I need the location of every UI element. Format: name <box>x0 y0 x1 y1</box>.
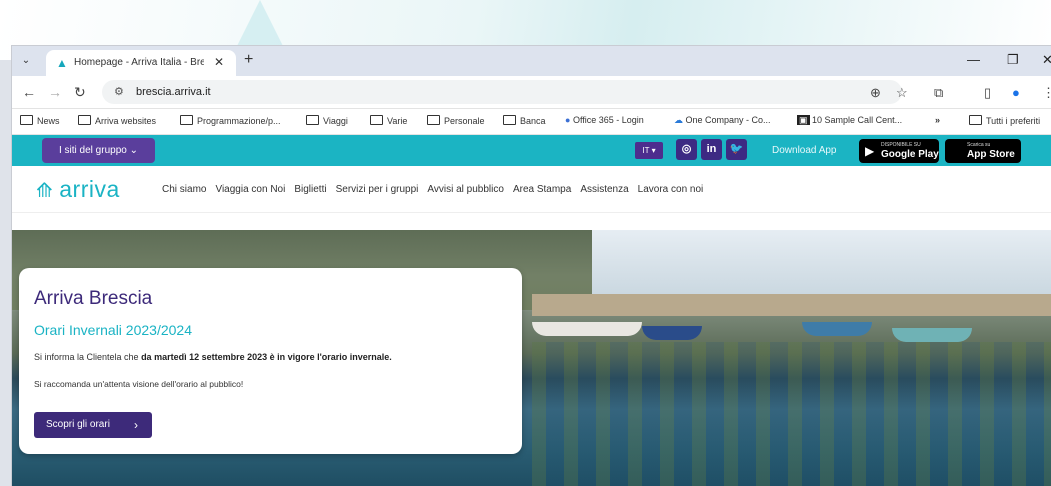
hero-photo-sky <box>592 230 1051 300</box>
tab-title: Homepage - Arriva Italia - Bres <box>74 57 204 68</box>
linkedin-icon[interactable]: in <box>701 139 722 160</box>
google-play-small: DISPONIBILE SU <box>881 142 921 148</box>
address-bar-row: ← → ↻ ⚙ brescia.arriva.it ⊕ ☆ ⧉ ▯ ● ⋮ <box>12 76 1051 109</box>
discover-schedules-button[interactable]: Scopri gli orari › <box>34 412 152 438</box>
folder-icon <box>78 115 91 125</box>
hero-card: Arriva Brescia Orari Invernali 2023/2024… <box>19 268 522 454</box>
bookmark-item[interactable]: Programmazione/p... <box>180 115 281 126</box>
menu-biglietti[interactable]: Biglietti <box>294 184 326 195</box>
app-store-label: App Store <box>967 149 1015 160</box>
site-top-bar: I siti del gruppo ⌄ IT ▾ ◎ in 🐦 Download… <box>12 135 1051 166</box>
menu-area-stampa[interactable]: Area Stampa <box>513 184 571 195</box>
chevron-right-icon: › <box>134 418 138 432</box>
hero-banner: Arriva Brescia Orari Invernali 2023/2024… <box>12 230 1051 486</box>
hero-recommendation: Si raccomanda un'attenta visione dell'or… <box>34 379 244 389</box>
google-play-label: Google Play <box>881 149 939 160</box>
back-icon[interactable]: ← <box>22 84 36 100</box>
hero-photo-boat <box>642 326 702 340</box>
arriva-favicon-icon: ▲ <box>56 56 68 70</box>
language-select[interactable]: IT ▾ <box>635 142 663 159</box>
folder-icon <box>306 115 319 125</box>
menu-chi-siamo[interactable]: Chi siamo <box>162 184 206 195</box>
url-text: brescia.arriva.it <box>136 86 211 98</box>
minimize-icon[interactable]: — <box>967 52 980 67</box>
bookmark-item[interactable]: Viaggi <box>306 115 348 126</box>
site-nav: ⟰ arriva Chi siamo Viaggia con Noi Biglie… <box>12 166 1051 213</box>
bookmark-item[interactable]: Personale <box>427 115 485 126</box>
hero-photo-boat <box>802 322 872 336</box>
hero-notice: Si informa la Clientela che da martedì 1… <box>34 352 392 362</box>
logo-text: arriva <box>59 176 120 202</box>
bookmark-item[interactable]: ● Office 365 - Login <box>565 115 644 125</box>
tab-strip: ⌄ ▲ Homepage - Arriva Italia - Bres ✕ + … <box>12 46 1051 76</box>
folder-icon <box>180 115 193 125</box>
hero-photo-boat <box>532 322 642 336</box>
url-field[interactable]: ⚙ brescia.arriva.it <box>102 80 902 104</box>
tab-search-icon[interactable]: ⌄ <box>18 53 34 69</box>
download-app-label: Download App <box>772 145 837 156</box>
hero-photo-water <box>532 342 1051 486</box>
menu-servizi-gruppi[interactable]: Servizi per i gruppi <box>336 184 419 195</box>
folder-icon <box>370 115 383 125</box>
app-store-small: Scarica su <box>967 142 991 148</box>
bookmark-item[interactable]: Arriva websites <box>78 115 156 126</box>
menu-lavora[interactable]: Lavora con noi <box>638 184 704 195</box>
zoom-icon[interactable]: ⊕ <box>870 85 881 101</box>
bookmark-item[interactable]: Banca <box>503 115 546 126</box>
bookmark-item[interactable]: News <box>20 115 60 126</box>
hero-title: Arriva Brescia <box>34 288 153 309</box>
menu-assistenza[interactable]: Assistenza <box>580 184 628 195</box>
close-window-icon[interactable]: ✕ <box>1042 52 1051 68</box>
hero-subtitle: Orari Invernali 2023/2024 <box>34 322 192 338</box>
instagram-icon[interactable]: ◎ <box>676 139 697 160</box>
bookmark-item[interactable]: ☁ One Company - Co... <box>674 115 771 126</box>
language-label: IT <box>642 146 650 155</box>
reload-icon[interactable]: ↻ <box>74 84 86 101</box>
browser-window: ⌄ ▲ Homepage - Arriva Italia - Bres ✕ + … <box>12 46 1051 486</box>
main-menu: Chi siamo Viaggia con Noi Biglietti Serv… <box>162 184 712 195</box>
discover-schedules-label: Scopri gli orari <box>46 419 110 430</box>
hero-photo-boat <box>892 328 972 342</box>
menu-icon[interactable]: ⋮ <box>1042 85 1051 101</box>
bookmarks-bar: News Arriva websites Programmazione/p...… <box>12 109 1051 135</box>
bookmark-star-icon[interactable]: ☆ <box>896 85 908 101</box>
folder-icon <box>20 115 33 125</box>
bookmark-item[interactable]: Varie <box>370 115 407 126</box>
folder-icon <box>969 115 982 125</box>
site-info-icon[interactable]: ⚙ <box>114 85 124 98</box>
office-icon: ● <box>565 115 573 125</box>
extensions-icon[interactable]: ⧉ <box>934 85 943 101</box>
group-sites-button[interactable]: I siti del gruppo ⌄ <box>42 138 155 163</box>
folder-icon <box>503 115 516 125</box>
bookmark-item[interactable]: ▣ 10 Sample Call Cent... <box>797 115 902 126</box>
more-bookmarks[interactable]: » <box>935 115 940 125</box>
browser-tab[interactable]: ▲ Homepage - Arriva Italia - Bres ✕ <box>46 50 236 76</box>
menu-avvisi[interactable]: Avvisi al pubblico <box>427 184 504 195</box>
google-play-button[interactable]: ▶ DISPONIBILE SU Google Play <box>859 139 939 163</box>
app-icon: ▣ <box>797 115 810 125</box>
google-play-icon: ▶ <box>865 144 875 158</box>
restore-icon[interactable]: ❐ <box>1007 52 1019 68</box>
cloud-icon: ☁ <box>674 115 686 125</box>
arriva-logo-icon: ⟰ <box>36 180 54 202</box>
forward-icon[interactable]: → <box>48 84 62 100</box>
profile-icon[interactable]: ● <box>1012 85 1020 100</box>
arriva-logo[interactable]: ⟰ arriva <box>36 176 120 203</box>
group-sites-label: I siti del gruppo <box>59 145 127 156</box>
chevron-down-icon: ⌄ <box>129 145 138 156</box>
hero-photo-pier <box>532 294 1051 316</box>
sidepanel-icon[interactable]: ▯ <box>984 85 991 101</box>
new-tab-icon[interactable]: + <box>244 51 253 69</box>
app-store-button[interactable]: Scarica su App Store <box>945 139 1021 163</box>
folder-icon <box>427 115 440 125</box>
hero-notice-bold: da martedì 12 settembre 2023 è in vigore… <box>141 352 392 362</box>
bookmark-item[interactable]: Tutti i preferiti <box>969 115 1040 126</box>
hero-notice-text: Si informa la Clientela che <box>34 352 142 362</box>
twitter-icon[interactable]: 🐦 <box>726 139 747 160</box>
menu-viaggia[interactable]: Viaggia con Noi <box>215 184 285 195</box>
close-tab-icon[interactable]: ✕ <box>214 55 224 69</box>
